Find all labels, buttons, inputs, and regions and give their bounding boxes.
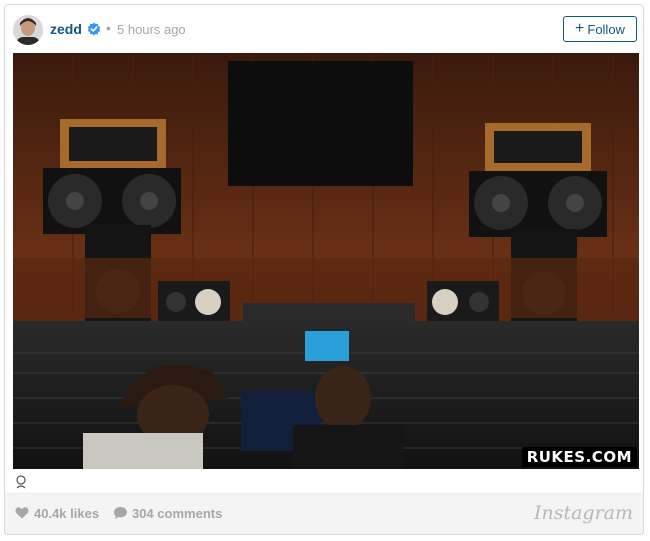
studio-photo-illustration <box>13 53 639 469</box>
comments-count[interactable]: 304 comments <box>132 506 222 521</box>
separator-dot: • <box>106 20 111 36</box>
caption-icon <box>16 475 26 489</box>
avatar[interactable] <box>13 15 43 45</box>
instagram-embed-card: zedd • 5 hours ago + Follow RUKES.COM 40… <box>4 4 644 535</box>
likes-count[interactable]: 40.4k likes <box>34 506 99 521</box>
photo-watermark: RUKES.COM <box>521 447 637 467</box>
heart-icon[interactable] <box>15 506 29 519</box>
follow-label: Follow <box>587 21 625 37</box>
follow-button[interactable]: + Follow <box>563 16 637 42</box>
post-footer: 40.4k likes 304 comments Instagram <box>5 493 643 534</box>
instagram-logo[interactable]: Instagram <box>534 502 633 524</box>
post-header: zedd • 5 hours ago + Follow <box>5 5 643 53</box>
comment-icon[interactable] <box>113 506 128 520</box>
plus-icon: + <box>575 20 585 37</box>
username[interactable]: zedd <box>50 21 82 37</box>
verified-badge-icon <box>87 22 101 36</box>
post-photo[interactable]: RUKES.COM <box>13 53 639 469</box>
post-timestamp[interactable]: 5 hours ago <box>117 22 186 37</box>
